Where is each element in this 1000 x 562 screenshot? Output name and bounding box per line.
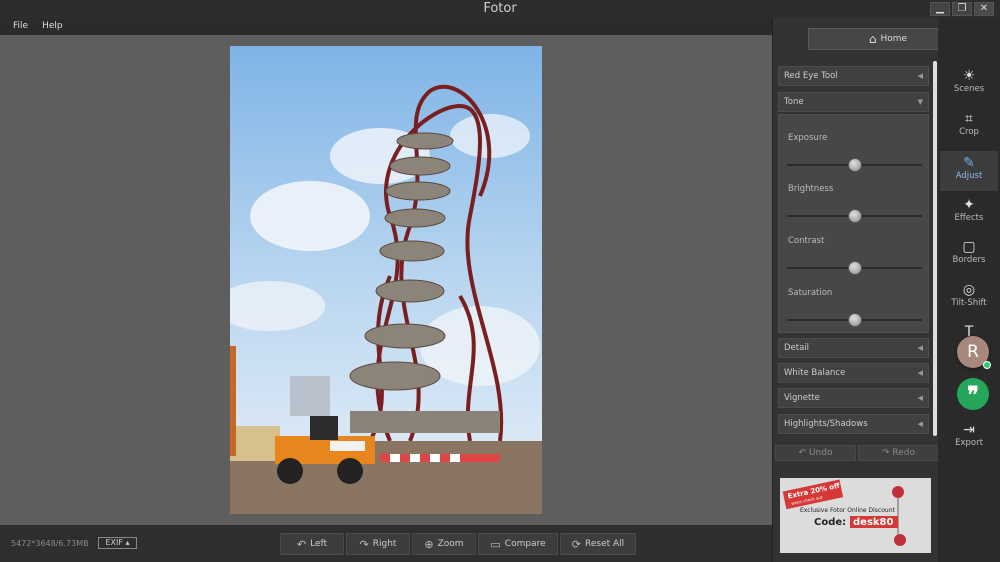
adjust-panel: ⌂ Home Red Eye Tool ◀ Tone ▼ Exposure Br… xyxy=(772,18,968,562)
section-highlights-shadows[interactable]: Highlights/Shadows ◀ xyxy=(778,414,929,434)
panel-scrollbar[interactable] xyxy=(933,61,937,436)
online-status-dot xyxy=(983,361,991,369)
sidebar-item-export[interactable]: ⇥ Export xyxy=(940,418,998,458)
section-red-eye-tool[interactable]: Red Eye Tool ◀ xyxy=(778,66,929,86)
zoom-button[interactable]: ⊕ Zoom xyxy=(412,533,476,555)
collapse-arrow-icon: ◀ xyxy=(917,394,923,402)
rotate-right-icon: ↷ xyxy=(359,537,369,551)
collapse-arrow-icon: ◀ xyxy=(917,344,923,352)
sidebar-item-crop[interactable]: ⌗ Crop xyxy=(940,107,998,147)
compare-button[interactable]: ▭ Compare xyxy=(478,533,558,555)
sidebar-item-borders[interactable]: ▢ Borders xyxy=(940,235,998,275)
compare-icon: ▭ xyxy=(490,537,501,551)
bottom-bar: 5472*3648/6.73MB EXIF ▴ ↶ Left ↷ Right ⊕… xyxy=(0,525,772,562)
menu-file[interactable]: File xyxy=(13,18,28,35)
section-tone[interactable]: Tone ▼ xyxy=(778,92,929,112)
section-vignette[interactable]: Vignette ◀ xyxy=(778,388,929,408)
target-icon: ◎ xyxy=(962,282,976,298)
home-icon: ⌂ xyxy=(868,32,877,46)
contrast-label: Contrast xyxy=(788,236,825,246)
export-icon: ⇥ xyxy=(963,422,975,438)
menu-bar: File Help xyxy=(0,18,772,35)
close-button[interactable]: ✕ xyxy=(974,2,994,16)
collapse-arrow-icon: ◀ xyxy=(917,72,923,80)
sparkle-icon: ✦ xyxy=(963,197,975,213)
menu-help[interactable]: Help xyxy=(42,18,63,35)
hangouts-chat-icon[interactable]: ❞ xyxy=(957,378,989,410)
reset-icon: ⟳ xyxy=(571,537,582,551)
crop-icon: ⌗ xyxy=(965,111,973,127)
edited-photo[interactable] xyxy=(230,46,542,514)
sidebar-item-adjust[interactable]: ✎ Adjust xyxy=(940,151,998,191)
minimize-button[interactable]: ▁ xyxy=(930,2,950,16)
photo-canvas xyxy=(0,35,772,525)
tool-sidebar: ☀ Scenes ⌗ Crop ✎ Adjust ✦ Effects ▢ Bor… xyxy=(938,18,1000,562)
exposure-slider-knob[interactable] xyxy=(847,158,862,172)
zoom-icon: ⊕ xyxy=(424,537,434,551)
window-title: Fotor xyxy=(483,1,517,16)
frame-icon: ▢ xyxy=(962,239,976,255)
sun-icon: ☀ xyxy=(962,68,976,84)
undo-button[interactable]: ↶ Undo xyxy=(775,445,856,461)
expand-arrow-icon: ▼ xyxy=(917,98,923,106)
undo-icon: ↶ xyxy=(798,448,809,458)
redo-button[interactable]: ↷ Redo xyxy=(858,445,939,461)
restore-button[interactable]: ❐ xyxy=(952,2,972,16)
promo-banner[interactable]: Extra 20% off when check out Exclusive F… xyxy=(780,478,931,553)
rotate-left-icon: ↶ xyxy=(296,537,307,551)
fotor-window: Fotor ▁ ❐ ✕ File Help 5472*3648/6.73MB E… xyxy=(0,0,1000,562)
brightness-slider-knob[interactable] xyxy=(847,209,862,223)
title-bar: Fotor ▁ ❐ ✕ xyxy=(0,0,1000,18)
pencil-icon: ✎ xyxy=(963,155,975,171)
exif-button[interactable]: EXIF ▴ xyxy=(98,537,137,549)
image-dimensions: 5472*3648/6.73MB xyxy=(11,539,89,548)
collapse-arrow-icon: ◀ xyxy=(917,369,923,377)
collapse-arrow-icon: ◀ xyxy=(917,420,923,428)
tone-sliders: Exposure Brightness Contrast Saturation xyxy=(778,114,929,333)
contrast-slider-knob[interactable] xyxy=(847,261,862,275)
saturation-label: Saturation xyxy=(788,288,833,298)
redo-icon: ↷ xyxy=(881,448,893,458)
sidebar-item-tilt-shift[interactable]: ◎ Tilt-Shift xyxy=(940,278,998,318)
brightness-label: Brightness xyxy=(788,184,834,194)
sidebar-item-effects[interactable]: ✦ Effects xyxy=(940,193,998,233)
exposure-label: Exposure xyxy=(788,133,828,143)
section-detail[interactable]: Detail ◀ xyxy=(778,338,929,358)
promo-text: Exclusive Fotor Online Discount xyxy=(800,507,896,514)
section-white-balance[interactable]: White Balance ◀ xyxy=(778,363,929,383)
promo-code: desk80 xyxy=(853,517,894,528)
rotate-right-button[interactable]: ↷ Right xyxy=(346,533,410,555)
sidebar-item-scenes[interactable]: ☀ Scenes xyxy=(940,64,998,104)
rotate-left-button[interactable]: ↶ Left xyxy=(280,533,344,555)
saturation-slider-knob[interactable] xyxy=(847,313,862,327)
promo-code-label: Code: xyxy=(814,517,846,528)
reset-all-button[interactable]: ⟳ Reset All xyxy=(560,533,636,555)
